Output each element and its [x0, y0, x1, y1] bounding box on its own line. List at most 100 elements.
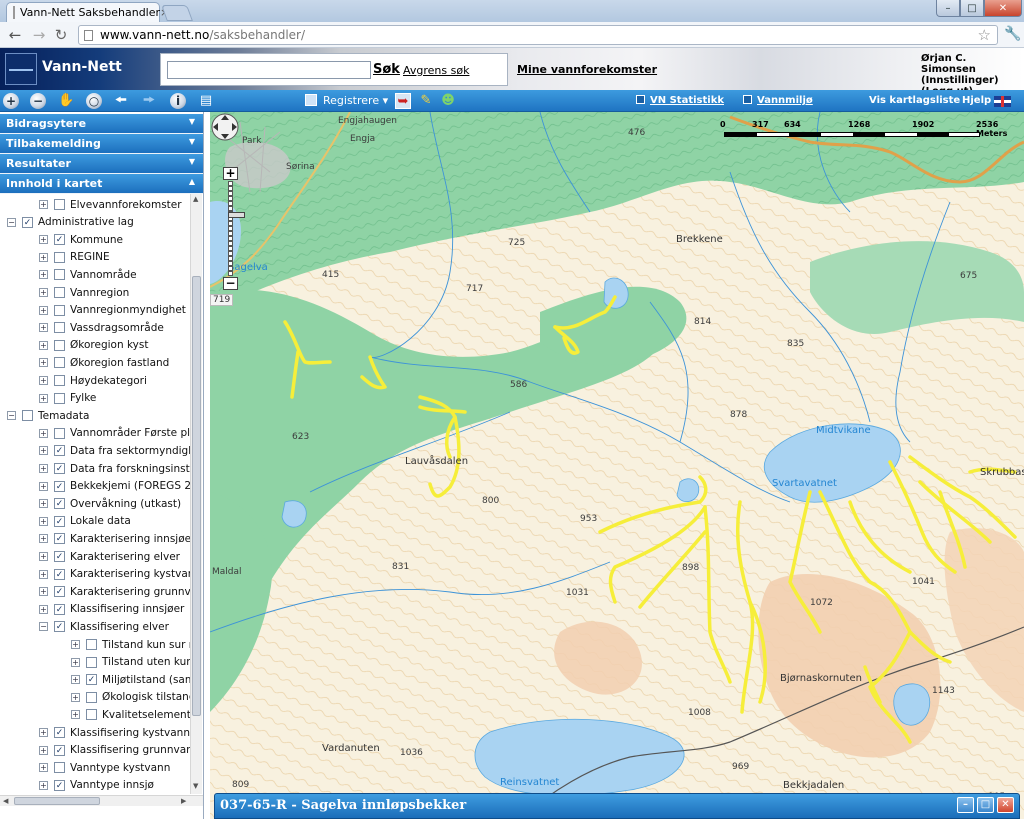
expand-icon[interactable]: + — [39, 200, 48, 209]
layer-checkbox[interactable] — [86, 709, 97, 721]
info-window-close-button[interactable]: ✕ — [997, 797, 1014, 813]
layer-checkbox[interactable]: ✓ — [54, 498, 65, 510]
layer-checkbox[interactable] — [54, 322, 65, 334]
zoom-extent-icon[interactable]: ○ — [86, 93, 102, 109]
layer-checkbox[interactable] — [54, 251, 65, 263]
layer-tree-row[interactable]: + ✓ Karakterisering innsjøer — [39, 530, 190, 547]
expand-icon[interactable]: + — [39, 393, 48, 403]
expand-icon[interactable]: + — [39, 340, 48, 350]
expand-icon[interactable]: + — [39, 604, 48, 614]
expand-icon[interactable]: + — [39, 499, 48, 509]
accordion-bidragsytere[interactable]: Bidragsytere ▼ — [0, 114, 203, 134]
layer-tree-row[interactable]: + Økoregion fastland — [39, 354, 169, 371]
layer-tree-row[interactable]: + ✓ Karakterisering kystvann — [39, 566, 190, 583]
layer-tree-row[interactable]: + Kvalitetselement fra — [71, 706, 190, 723]
forward-arrow-icon[interactable]: → — [30, 26, 48, 44]
layer-checkbox[interactable] — [54, 269, 65, 281]
layer-checkbox[interactable]: ✓ — [54, 551, 65, 562]
scroll-up-icon[interactable]: ▲ — [193, 195, 198, 203]
help-link[interactable]: Hjelp — [962, 95, 991, 106]
layer-tree-row[interactable]: + Elvevannforekomster — [39, 196, 182, 213]
expand-icon[interactable]: + — [39, 516, 48, 526]
scroll-right-icon[interactable]: ▶ — [181, 797, 186, 805]
layer-tree-row[interactable]: + Tilstand kun sur ned — [71, 636, 190, 653]
layer-tree-row[interactable]: + ✓ Data fra sektormyndighete — [39, 442, 190, 459]
window-maximize-button[interactable]: □ — [960, 0, 984, 17]
layer-tree-row[interactable]: + Vannområder Første planfa — [39, 425, 190, 442]
window-minimize-button[interactable]: – — [936, 0, 960, 17]
layer-checkbox[interactable] — [22, 410, 33, 422]
expand-icon[interactable]: + — [39, 728, 48, 737]
address-bar[interactable]: www.vann-nett.no /saksbehandler/ ☆ — [78, 25, 998, 45]
expand-icon[interactable]: + — [39, 235, 48, 245]
add-user-icon[interactable]: ☻ — [440, 93, 456, 109]
window-close-button[interactable]: ✕ — [984, 0, 1022, 17]
layer-tree-row[interactable]: + Økologisk tilstand — [71, 689, 190, 706]
search-button[interactable]: Søk — [373, 62, 400, 77]
layer-checkbox[interactable]: ✓ — [86, 674, 97, 686]
refine-search-link[interactable]: Avgrens søk — [403, 64, 469, 77]
layer-checkbox[interactable]: ✓ — [22, 216, 33, 228]
scroll-left-icon[interactable]: ◀ — [3, 797, 8, 805]
expand-icon[interactable]: + — [39, 288, 48, 297]
new-tab-button[interactable] — [161, 5, 193, 21]
expand-icon[interactable]: + — [39, 569, 48, 579]
collapse-icon[interactable]: − — [39, 622, 48, 632]
layer-tree-row[interactable]: + ✓ Klassifisering grunnvann — [39, 742, 190, 759]
zoom-thumb[interactable] — [228, 212, 245, 218]
zoom-out-icon[interactable]: − — [30, 93, 46, 109]
expand-icon[interactable]: + — [71, 657, 80, 667]
map-zoom-out-button[interactable]: − — [223, 277, 238, 290]
layer-checkbox[interactable] — [54, 427, 65, 439]
pan-hand-icon[interactable]: ✋ — [58, 93, 74, 109]
layer-checkbox[interactable] — [54, 199, 65, 210]
search-input[interactable] — [167, 61, 371, 79]
pan-arrows-icon[interactable] — [210, 112, 240, 142]
layer-tree-row[interactable]: + Høydekategori — [39, 372, 147, 389]
expand-icon[interactable]: + — [39, 780, 48, 790]
layer-tree-row[interactable]: + ✓ Klassifisering innsjøer — [39, 601, 184, 618]
layer-tree-row[interactable]: + Vannregionmyndighet — [39, 302, 186, 319]
reload-icon[interactable]: ↻ — [52, 26, 70, 44]
expand-icon[interactable]: + — [39, 763, 48, 773]
back-arrow-icon[interactable]: ← — [6, 26, 24, 44]
collapse-icon[interactable]: − — [7, 217, 16, 227]
layer-tree-row[interactable]: + ✓ Karakterisering grunnvann — [39, 583, 190, 600]
info-icon[interactable]: i — [170, 93, 186, 109]
accordion-innhold-i-kartet[interactable]: Innhold i kartet ▲ — [0, 174, 203, 194]
layer-checkbox[interactable] — [54, 762, 65, 774]
layer-tree-row[interactable]: + Vassdragsområde — [39, 319, 164, 336]
layer-tree-row[interactable]: − ✓ Klassifisering elver — [39, 618, 169, 635]
layer-checkbox[interactable]: ✓ — [54, 234, 65, 246]
layer-checkbox[interactable] — [54, 375, 65, 386]
layer-tree-row[interactable]: + ✓ Overvåkning (utkast) — [39, 495, 181, 512]
layer-tree-row[interactable]: + ✓ Karakterisering elver — [39, 548, 180, 565]
layer-tree-row[interactable]: + REGINE — [39, 249, 110, 266]
layer-checkbox[interactable] — [54, 287, 65, 298]
expand-icon[interactable]: + — [39, 305, 48, 315]
layer-checkbox[interactable]: ✓ — [54, 744, 65, 756]
expand-icon[interactable]: + — [39, 323, 48, 333]
layer-tree-row[interactable]: − ✓ Administrative lag — [7, 214, 134, 231]
layer-checkbox[interactable] — [86, 639, 97, 650]
expand-icon[interactable]: + — [39, 376, 48, 385]
next-extent-icon[interactable]: 🠚 — [141, 93, 157, 109]
expand-icon[interactable]: + — [39, 587, 48, 597]
measure-icon[interactable]: ▤ — [198, 93, 214, 109]
layer-tree-row[interactable]: + Økoregion kyst — [39, 337, 148, 354]
expand-icon[interactable]: + — [39, 464, 48, 473]
previous-extent-icon[interactable]: 🠘 — [113, 93, 129, 109]
layer-checkbox[interactable]: ✓ — [54, 515, 65, 527]
layer-tree-row[interactable]: + Tilstand uten kun su — [71, 654, 190, 671]
scroll-down-icon[interactable]: ▼ — [193, 782, 198, 790]
expand-icon[interactable]: + — [39, 358, 48, 368]
layer-checkbox[interactable]: ✓ — [54, 621, 65, 633]
draw-line-icon[interactable]: ➥ — [395, 93, 411, 109]
layer-tree-row[interactable]: + ✓ Bekkekjemi (FOREGS 2008 — [39, 478, 190, 495]
settings-link[interactable]: (Innstillinger) — [921, 75, 1024, 86]
expand-icon[interactable]: + — [39, 270, 48, 280]
layer-tree-row[interactable]: + ✓ Miljøtilstand (samlet — [71, 671, 190, 688]
layer-checkbox[interactable] — [86, 691, 97, 703]
layer-checkbox[interactable]: ✓ — [54, 586, 65, 598]
layer-checkbox[interactable] — [86, 656, 97, 668]
